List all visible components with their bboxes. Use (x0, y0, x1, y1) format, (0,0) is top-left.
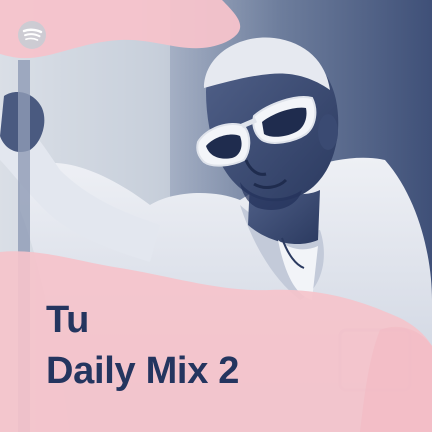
playlist-title-line-1: Tu (46, 299, 90, 341)
spotify-logo-icon (18, 21, 46, 49)
playlist-cover[interactable]: Tu Daily Mix 2 (0, 0, 432, 432)
playlist-title-line-2: Daily Mix 2 (46, 350, 240, 392)
